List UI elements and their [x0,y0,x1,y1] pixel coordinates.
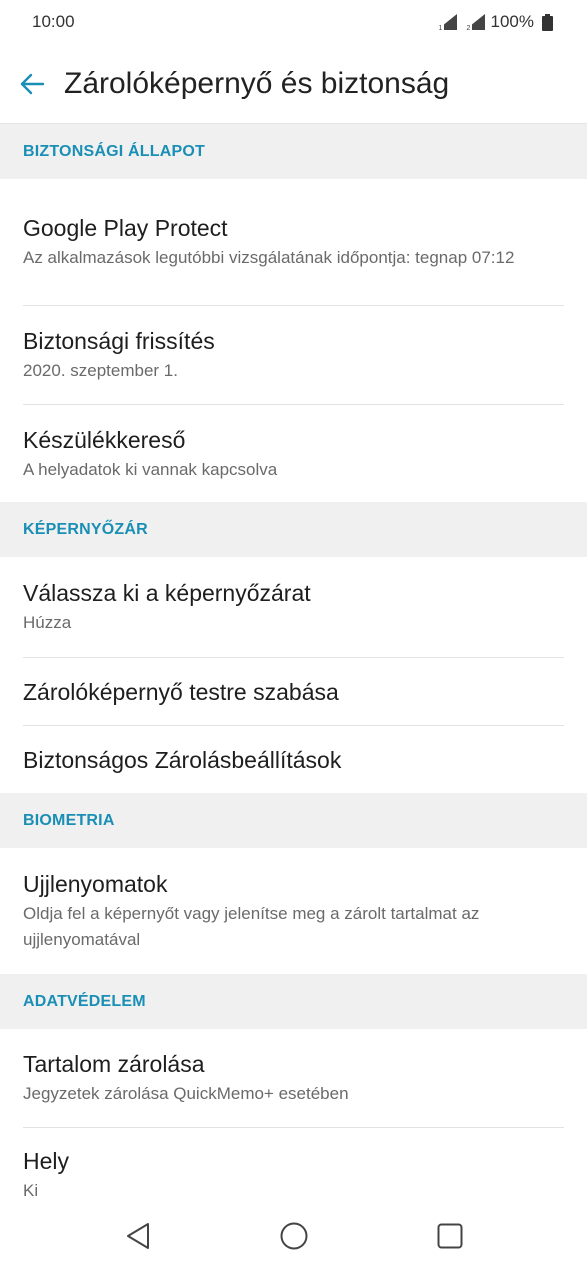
setting-subtitle: Oldja fel a képernyőt vagy jelenítse meg… [23,904,480,949]
sim1-label: 1 [438,25,442,32]
setting-subtitle: 2020. szeptember 1. [23,361,178,380]
setting-subtitle: Jegyzetek zárolása QuickMemo+ esetében [23,1084,349,1103]
settings-list: BIZTONSÁGI ÁLLAPOT Google Play Protect A… [0,124,587,1206]
setting-title: Készülékkereső [23,426,186,453]
setting-secure-lock-settings[interactable]: Biztonságos Zárolásbeállítások [0,726,587,793]
recents-square-icon [437,1223,462,1249]
back-triangle-icon [126,1223,149,1249]
setting-device-finder[interactable]: Készülékkereső A helyadatok ki vannak ka… [0,405,587,502]
status-icons: 1 2 100% [435,12,553,32]
back-button[interactable] [0,52,64,116]
status-bar: 10:00 1 2 100% [0,0,587,44]
section-header-screen-lock: KÉPERNYŐZÁR [0,502,587,557]
setting-title: Tartalom zárolása [23,1051,205,1077]
setting-google-play-protect[interactable]: Google Play Protect Az alkalmazások legu… [0,179,587,305]
setting-fingerprints[interactable]: Ujjlenyomatok Oldja fel a képernyőt vagy… [0,848,587,974]
setting-title: Hely [23,1148,70,1174]
section-header-biometrics: BIOMETRIA [0,793,587,848]
battery-icon [542,13,553,31]
nav-back-button[interactable] [60,1206,216,1266]
sim2-label: 2 [466,25,470,32]
nav-home-button[interactable] [216,1206,372,1266]
setting-title: Biztonsági frissítés [23,328,215,354]
setting-subtitle: Az alkalmazások legutóbbi vizsgálatának … [23,248,515,267]
setting-title: Google Play Protect [23,215,228,241]
setting-location[interactable]: Hely Ki [0,1128,587,1206]
setting-title: Biztonságos Zárolásbeállítások [23,746,342,773]
setting-title: Zárolóképernyő testre szabása [23,678,339,705]
battery-percent: 100% [490,12,534,31]
page-title: Zárolóképernyő és biztonság [64,66,450,100]
setting-content-lock[interactable]: Tartalom zárolása Jegyzetek zárolása Qui… [0,1029,587,1127]
section-header-security-status: BIZTONSÁGI ÁLLAPOT [0,124,587,179]
status-time: 10:00 [32,12,75,31]
setting-select-screen-lock[interactable]: Válassza ki a képernyőzárat Húzza [0,557,587,657]
setting-customize-lock-screen[interactable]: Zárolóképernyő testre szabása [0,658,587,725]
nav-recents-button[interactable] [372,1206,528,1266]
setting-subtitle: Húzza [23,613,72,632]
setting-security-update[interactable]: Biztonsági frissítés 2020. szeptember 1. [0,306,587,404]
setting-title: Ujjlenyomatok [23,871,168,897]
sim2-signal-icon: 2 [463,12,487,32]
setting-title: Válassza ki a képernyőzárat [23,580,311,606]
home-circle-icon [280,1222,307,1250]
section-header-privacy: ADATVÉDELEM [0,974,587,1029]
sim1-signal-icon: 1 [435,12,459,32]
app-bar: Zárolóképernyő és biztonság [0,44,587,124]
navigation-bar [0,1200,587,1272]
back-arrow-icon [20,73,45,94]
setting-subtitle: A helyadatok ki vannak kapcsolva [23,459,278,479]
